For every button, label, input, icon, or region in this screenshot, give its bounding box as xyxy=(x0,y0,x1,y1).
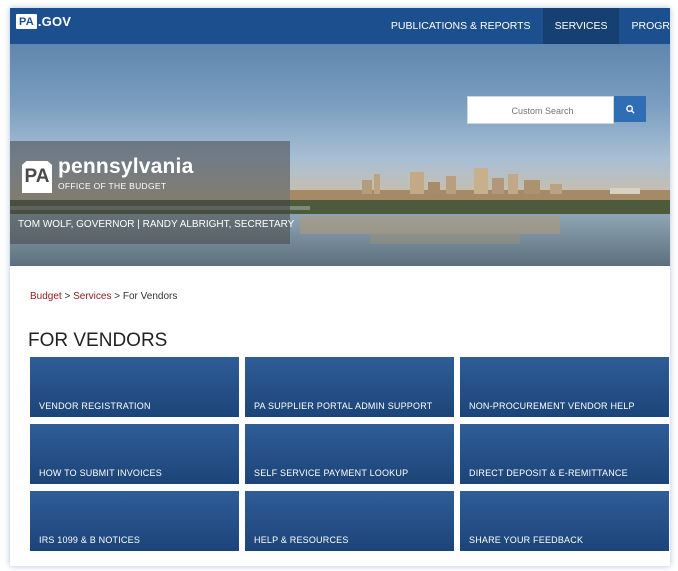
hero-banner: PA pennsylvania OFFICE OF THE BUDGET TOM… xyxy=(10,44,670,266)
tile-direct-deposit-e-remittance[interactable]: DIRECT DEPOSIT & E-REMITTANCE xyxy=(460,424,669,484)
search-input[interactable] xyxy=(468,97,617,125)
nav-programs[interactable]: PROGR xyxy=(619,8,670,44)
tile-label: SELF SERVICE PAYMENT LOOKUP xyxy=(254,468,409,478)
breadcrumb-separator: > xyxy=(64,291,71,302)
officials-line: TOM WOLF, GOVERNOR | RANDY ALBRIGHT, SEC… xyxy=(18,219,295,230)
search-icon xyxy=(625,104,635,114)
tile-label: HELP & RESOURCES xyxy=(254,535,349,545)
breadcrumb-services[interactable]: Services xyxy=(73,291,111,302)
tile-label: VENDOR REGISTRATION xyxy=(39,401,151,411)
page-title: FOR VENDORS xyxy=(28,330,168,351)
tile-label: NON-PROCUREMENT VENDOR HELP xyxy=(469,401,635,411)
top-navigation: PA .GOV PUBLICATIONS & REPORTS SERVICES … xyxy=(10,8,670,44)
nav-menu: PUBLICATIONS & REPORTS SERVICES PROGR xyxy=(379,8,670,44)
logo-keystone: PA xyxy=(16,14,37,29)
tile-self-service-payment-lookup[interactable]: SELF SERVICE PAYMENT LOOKUP xyxy=(245,424,454,484)
tile-irs-1099-b-notices[interactable]: IRS 1099 & B NOTICES xyxy=(30,491,239,551)
tile-label: DIRECT DEPOSIT & E-REMITTANCE xyxy=(469,468,628,478)
tile-supplier-portal-admin-support[interactable]: PA SUPPLIER PORTAL ADMIN SUPPORT xyxy=(245,357,454,417)
tile-non-procurement-vendor-help[interactable]: NON-PROCUREMENT VENDOR HELP xyxy=(460,357,669,417)
agency-name: OFFICE OF THE BUDGET xyxy=(58,181,167,191)
search-box[interactable] xyxy=(467,96,617,125)
tile-help-resources[interactable]: HELP & RESOURCES xyxy=(245,491,454,551)
tile-vendor-registration[interactable]: VENDOR REGISTRATION xyxy=(30,357,239,417)
keystone-logo: PA xyxy=(22,161,52,193)
search-button[interactable] xyxy=(614,96,646,122)
tile-label: HOW TO SUBMIT INVOICES xyxy=(39,468,162,478)
tile-label: IRS 1099 & B NOTICES xyxy=(39,535,141,545)
tile-share-your-feedback[interactable]: SHARE YOUR FEEDBACK xyxy=(460,491,669,551)
breadcrumb: Budget > Services > For Vendors xyxy=(30,291,177,302)
vendor-tiles-grid: VENDOR REGISTRATION PA SUPPLIER PORTAL A… xyxy=(30,357,669,551)
nav-services[interactable]: SERVICES xyxy=(542,8,620,44)
breadcrumb-separator: > xyxy=(114,291,121,302)
tile-label: SHARE YOUR FEEDBACK xyxy=(469,535,584,545)
tile-label: PA SUPPLIER PORTAL ADMIN SUPPORT xyxy=(254,401,433,411)
brand-title: pennsylvania xyxy=(58,155,194,178)
agency-brand-panel: PA pennsylvania OFFICE OF THE BUDGET TOM… xyxy=(10,141,294,244)
breadcrumb-current: For Vendors xyxy=(122,291,178,302)
breadcrumb-budget[interactable]: Budget xyxy=(30,291,62,302)
nav-publications-reports[interactable]: PUBLICATIONS & REPORTS xyxy=(379,8,543,44)
pa-gov-logo[interactable]: PA .GOV xyxy=(16,14,71,29)
browser-page: PA .GOV PUBLICATIONS & REPORTS SERVICES … xyxy=(10,8,670,566)
logo-text: .GOV xyxy=(37,14,72,29)
tile-how-to-submit-invoices[interactable]: HOW TO SUBMIT INVOICES xyxy=(30,424,239,484)
